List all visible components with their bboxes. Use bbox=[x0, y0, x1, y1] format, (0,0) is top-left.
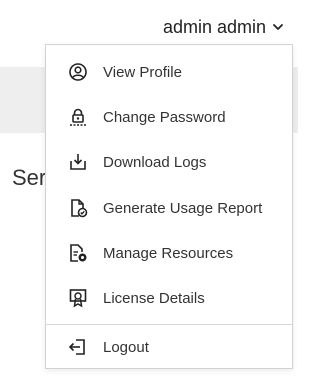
manage-file-gear-icon bbox=[67, 242, 89, 264]
menu-item-logout[interactable]: Logout bbox=[46, 327, 292, 367]
user-menu-trigger[interactable]: admin admin bbox=[163, 17, 284, 38]
menu-item-change-password[interactable]: Change Password bbox=[46, 97, 292, 137]
menu-item-generate-usage-report[interactable]: Generate Usage Report bbox=[46, 188, 292, 228]
license-badge-icon bbox=[67, 287, 89, 309]
menu-item-license-details[interactable]: License Details bbox=[46, 278, 292, 318]
menu-item-manage-resources[interactable]: Manage Resources bbox=[46, 233, 292, 273]
chevron-down-icon bbox=[272, 17, 284, 38]
menu-item-view-profile[interactable]: View Profile bbox=[46, 52, 292, 92]
menu-item-label: Manage Resources bbox=[103, 244, 234, 262]
menu-item-download-logs[interactable]: Download Logs bbox=[46, 142, 292, 182]
user-dropdown-menu: View Profile Change Password Download Lo… bbox=[45, 44, 293, 369]
user-name: admin admin bbox=[162, 17, 266, 37]
user-circle-icon bbox=[67, 61, 89, 83]
menu-item-label: Download Logs bbox=[103, 153, 207, 171]
partial-heading: Ser bbox=[12, 165, 47, 190]
logout-icon bbox=[67, 336, 89, 358]
menu-item-label: View Profile bbox=[103, 63, 182, 81]
download-tray-icon bbox=[67, 151, 89, 173]
menu-item-label: License Details bbox=[103, 289, 205, 307]
menu-divider bbox=[46, 324, 292, 325]
menu-item-label: Generate Usage Report bbox=[103, 199, 263, 217]
report-check-icon bbox=[67, 197, 89, 219]
lock-password-icon bbox=[67, 106, 89, 128]
menu-item-label: Logout bbox=[103, 338, 149, 356]
top-bar: admin admin bbox=[0, 0, 298, 48]
menu-item-label: Change Password bbox=[103, 108, 226, 126]
